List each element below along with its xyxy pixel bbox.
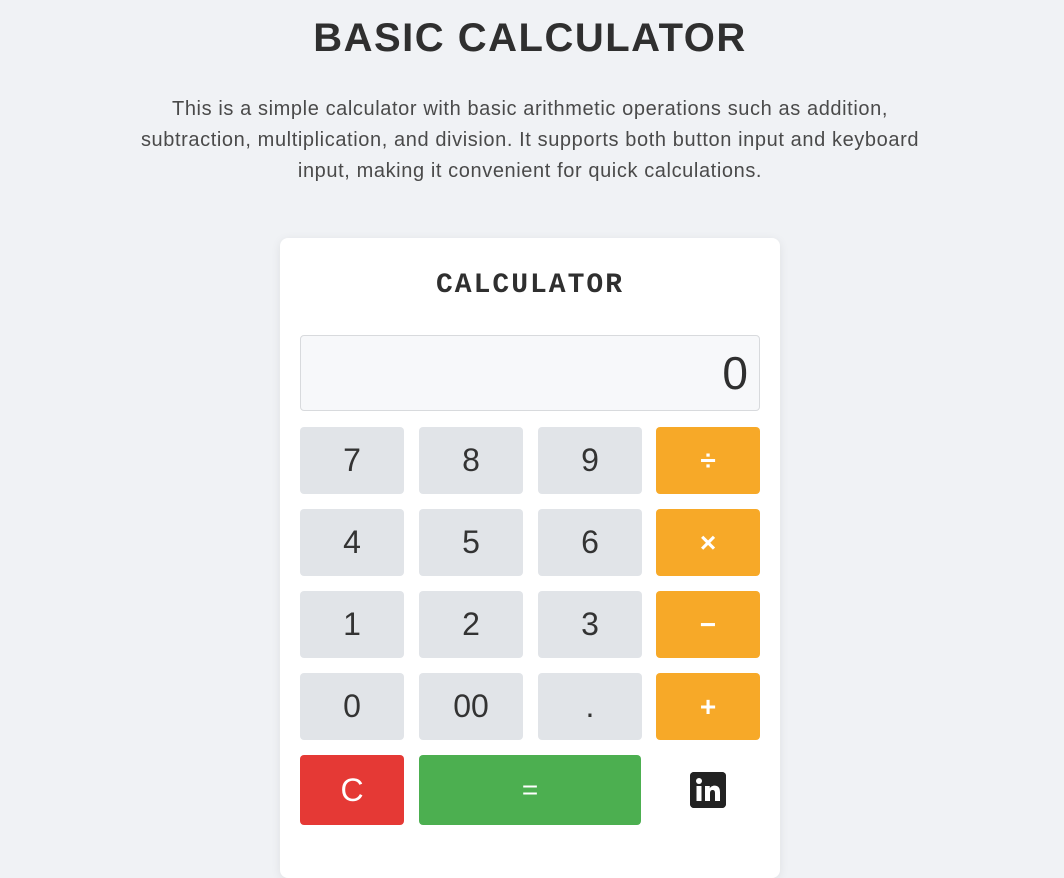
calculator-display: 0 [300, 335, 760, 411]
key-1[interactable]: 1 [300, 591, 404, 658]
key-4[interactable]: 4 [300, 509, 404, 576]
page-description: This is a simple calculator with basic a… [140, 98, 920, 182]
key-7[interactable]: 7 [300, 427, 404, 494]
clear-button[interactable]: C [300, 755, 404, 825]
calculator-title: CALCULATOR [435, 270, 625, 301]
key-2[interactable]: 2 [419, 591, 523, 658]
page-title: BASIC CALCULATOR [313, 16, 747, 60]
linkedin-icon[interactable] [690, 772, 726, 808]
key-3[interactable]: 3 [538, 591, 642, 658]
key-9[interactable]: 9 [538, 427, 642, 494]
add-button[interactable]: + [656, 673, 760, 740]
multiply-button[interactable]: × [656, 509, 760, 576]
key-5[interactable]: 5 [419, 509, 523, 576]
key-6[interactable]: 6 [538, 509, 642, 576]
key-8[interactable]: 8 [419, 427, 523, 494]
linkedin-glyph [690, 772, 726, 808]
divide-button[interactable]: ÷ [656, 427, 760, 494]
equals-button[interactable]: = [419, 755, 641, 825]
key-0[interactable]: 0 [300, 673, 404, 740]
key-00[interactable]: 00 [419, 673, 523, 740]
decimal-button[interactable]: . [538, 673, 642, 740]
subtract-button[interactable]: − [656, 591, 760, 658]
